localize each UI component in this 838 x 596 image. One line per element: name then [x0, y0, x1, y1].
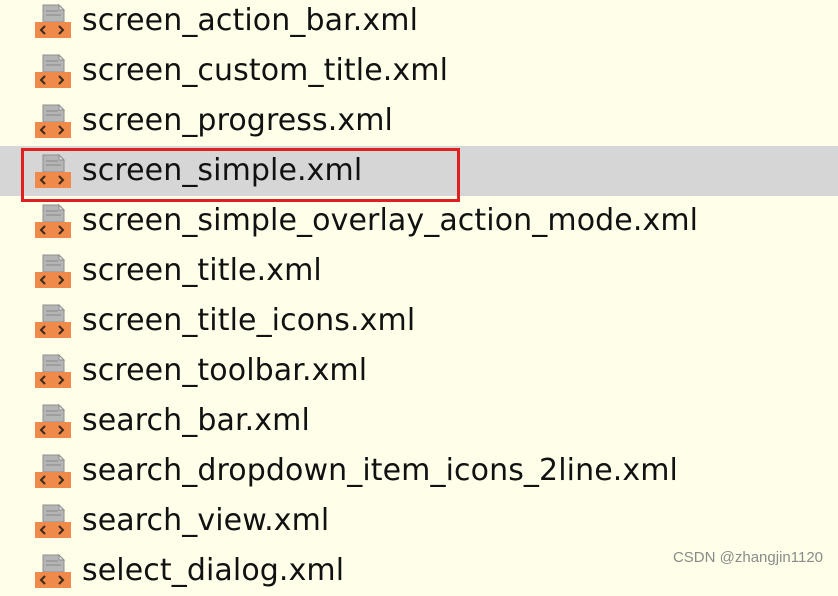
xml-file-icon — [34, 553, 72, 589]
file-row[interactable]: screen_action_bar.xml — [0, 0, 838, 46]
file-row[interactable]: screen_toolbar.xml — [0, 346, 838, 396]
xml-file-icon — [34, 303, 72, 339]
xml-file-icon — [34, 3, 72, 39]
file-name: select_dialog.xml — [82, 552, 345, 588]
file-name: screen_simple_overlay_action_mode.xml — [82, 202, 699, 238]
file-name: screen_toolbar.xml — [82, 352, 368, 388]
file-row[interactable]: screen_title_icons.xml — [0, 296, 838, 346]
file-name: search_bar.xml — [82, 402, 310, 438]
file-name: screen_action_bar.xml — [82, 2, 419, 38]
file-row[interactable]: search_bar.xml — [0, 396, 838, 446]
xml-file-icon — [34, 153, 72, 189]
xml-file-icon — [34, 53, 72, 89]
xml-file-icon — [34, 103, 72, 139]
file-list: screen_action_bar.xml screen_custom_titl… — [0, 0, 838, 588]
xml-file-icon — [34, 403, 72, 439]
file-name: screen_simple.xml — [82, 152, 363, 188]
file-row-selected[interactable]: screen_simple.xml — [0, 146, 838, 196]
watermark: CSDN @zhangjin1120 — [672, 549, 823, 566]
file-row[interactable]: search_view.xml — [0, 496, 838, 546]
file-row[interactable]: screen_progress.xml — [0, 96, 838, 146]
file-name: screen_title_icons.xml — [82, 302, 416, 338]
xml-file-icon — [34, 353, 72, 389]
xml-file-icon — [34, 453, 72, 489]
xml-file-icon — [34, 253, 72, 289]
file-row[interactable]: screen_custom_title.xml — [0, 46, 838, 96]
xml-file-icon — [34, 203, 72, 239]
file-name: screen_title.xml — [82, 252, 322, 288]
file-name: search_dropdown_item_icons_2line.xml — [82, 452, 678, 488]
file-name: screen_progress.xml — [82, 102, 393, 138]
file-row[interactable]: search_dropdown_item_icons_2line.xml — [0, 446, 838, 496]
xml-file-icon — [34, 503, 72, 539]
file-name: screen_custom_title.xml — [82, 52, 449, 88]
file-row[interactable]: screen_simple_overlay_action_mode.xml — [0, 196, 838, 246]
file-name: search_view.xml — [82, 502, 330, 538]
file-row[interactable]: screen_title.xml — [0, 246, 838, 296]
